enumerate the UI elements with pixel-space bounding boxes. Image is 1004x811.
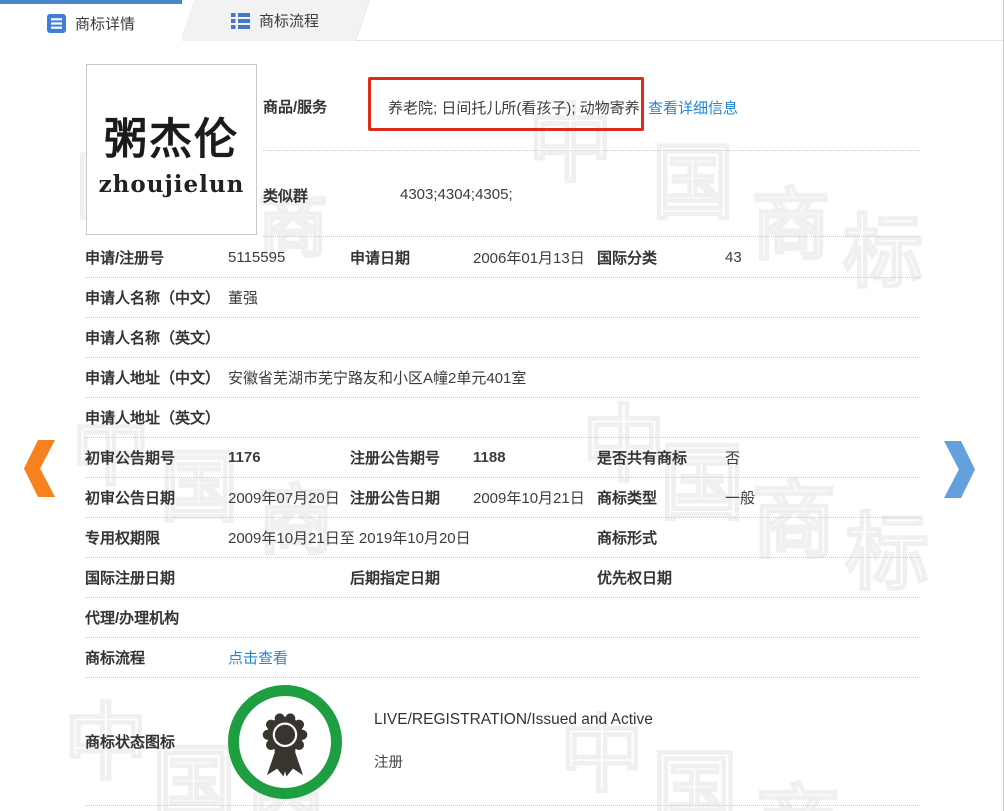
field-label: 商标形式 [597, 527, 725, 548]
field-label: 注册公告日期 [350, 487, 473, 508]
field-value: 5115595 [228, 249, 350, 266]
field-label: 初审公告日期 [85, 487, 228, 508]
divider [263, 236, 920, 237]
trademark-status-row: 商标状态图标 [85, 678, 920, 806]
goods-services-label: 商品/服务 [263, 96, 327, 117]
watermark-glyph: 国 [652, 143, 734, 225]
table-row: 初审公告期号 1176 注册公告期号 1188 是否共有商标 否 [85, 438, 920, 478]
field-label: 代理/办理机构 [85, 607, 228, 628]
detail-rows: 申请/注册号 5115595 申请日期 2006年01月13日 国际分类 43 … [85, 238, 920, 806]
tab-trademark-flow[interactable]: 商标流程 [187, 0, 363, 41]
similar-group-label: 类似群 [263, 185, 308, 206]
next-arrow-button[interactable] [944, 441, 975, 498]
table-row: 申请人地址（中文） 安徽省芜湖市芜宁路友和小区A幢2单元401室 [85, 358, 920, 398]
list-icon [231, 13, 250, 29]
field-value: 安徽省芜湖市芜宁路友和小区A幢2单元401室 [228, 367, 920, 388]
field-label: 注册公告期号 [350, 447, 473, 468]
field-label: 申请/注册号 [85, 247, 228, 268]
trademark-name-latin: zhoujielun [87, 171, 256, 198]
status-badge [228, 685, 342, 799]
similar-group-value: 4303;4304;4305; [400, 186, 513, 203]
previous-arrow-button[interactable] [24, 440, 55, 497]
status-line-english: LIVE/REGISTRATION/Issued and Active [374, 711, 653, 729]
table-row: 商标流程 点击查看 [85, 638, 920, 678]
status-line-chinese: 注册 [374, 751, 653, 772]
tab-label: 商标详情 [75, 13, 135, 34]
field-label: 是否共有商标 [597, 447, 725, 468]
table-row: 代理/办理机构 [85, 598, 920, 638]
tab-label: 商标流程 [259, 10, 319, 31]
table-row: 申请人名称（英文） [85, 318, 920, 358]
field-label: 国际注册日期 [85, 567, 228, 588]
field-label: 申请人名称（英文） [85, 327, 228, 348]
divider [263, 150, 920, 151]
view-details-link[interactable]: 查看详细信息 [648, 97, 738, 118]
field-value: 董强 [228, 287, 920, 308]
table-row: 专用权期限 2009年10月21日至 2019年10月20日 商标形式 [85, 518, 920, 558]
award-ribbon-icon [249, 706, 321, 778]
field-value: 2009年10月21日 [473, 487, 597, 508]
highlight-red-box [368, 77, 644, 131]
field-label: 申请日期 [350, 247, 473, 268]
field-label: 申请人名称（中文） [85, 287, 228, 308]
status-text: LIVE/REGISTRATION/Issued and Active 注册 [374, 711, 653, 772]
table-row: 初审公告日期 2009年07月20日 注册公告日期 2009年10月21日 商标… [85, 478, 920, 518]
field-label: 初审公告期号 [85, 447, 228, 468]
trademark-image: 粥杰伦 zhoujielun [86, 64, 257, 235]
field-value: 2009年07月20日 [228, 487, 350, 508]
table-row: 国际注册日期 后期指定日期 优先权日期 [85, 558, 920, 598]
field-value: 1188 [473, 449, 597, 466]
document-lines-icon [47, 14, 66, 33]
field-label: 商标流程 [85, 647, 228, 668]
trademark-name-cn: 粥杰伦 [87, 105, 256, 167]
field-value: 1176 [228, 449, 350, 466]
field-label: 申请人地址（英文） [85, 407, 228, 428]
trademark-detail-page: 国商中国商标中国商中国商标中国商中国商 商标详情 商标流程 粥杰伦 zhouji… [0, 0, 1004, 811]
field-label: 申请人地址（中文） [85, 367, 228, 388]
field-value: 一般 [725, 487, 920, 508]
field-value: 2009年10月21日至 2019年10月20日 [228, 527, 597, 548]
field-label: 专用权期限 [85, 527, 228, 548]
status-label: 商标状态图标 [85, 731, 228, 752]
field-value: 2006年01月13日 [473, 247, 597, 268]
click-to-view-link[interactable]: 点击查看 [228, 647, 350, 668]
field-label: 后期指定日期 [350, 567, 473, 588]
table-row: 申请/注册号 5115595 申请日期 2006年01月13日 国际分类 43 [85, 238, 920, 278]
field-label: 国际分类 [597, 247, 725, 268]
field-value: 43 [725, 249, 920, 266]
field-value: 否 [725, 447, 920, 468]
field-label: 商标类型 [597, 487, 725, 508]
field-label: 优先权日期 [597, 567, 725, 588]
table-row: 申请人名称（中文） 董强 [85, 278, 920, 318]
tab-trademark-detail[interactable]: 商标详情 [0, 0, 182, 42]
table-row: 申请人地址（英文） [85, 398, 920, 438]
